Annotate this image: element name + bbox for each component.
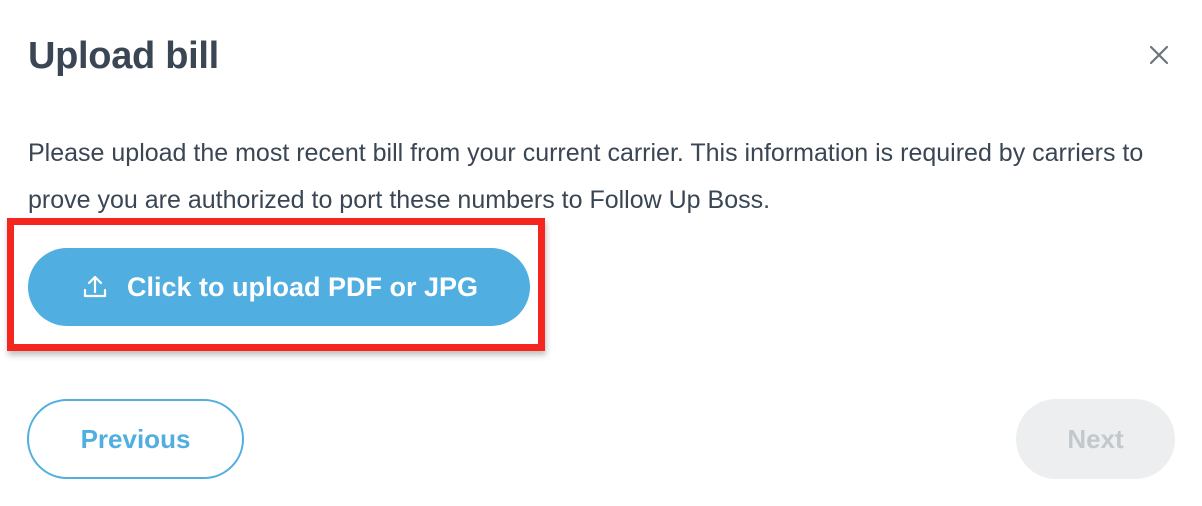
upload-button-label: Click to upload PDF or JPG bbox=[126, 271, 479, 302]
previous-button[interactable]: Previous bbox=[27, 399, 244, 479]
upload-file-button[interactable]: Click to upload PDF or JPG bbox=[28, 248, 530, 326]
close-icon bbox=[1149, 45, 1169, 65]
close-button[interactable] bbox=[1144, 40, 1174, 70]
upload-bill-dialog: Upload bill Please upload the most recen… bbox=[0, 0, 1202, 506]
dialog-description: Please upload the most recent bill from … bbox=[28, 139, 1144, 214]
next-button[interactable]: Next bbox=[1016, 399, 1175, 479]
upload-icon bbox=[80, 272, 110, 302]
dialog-title: Upload bill bbox=[28, 35, 219, 77]
